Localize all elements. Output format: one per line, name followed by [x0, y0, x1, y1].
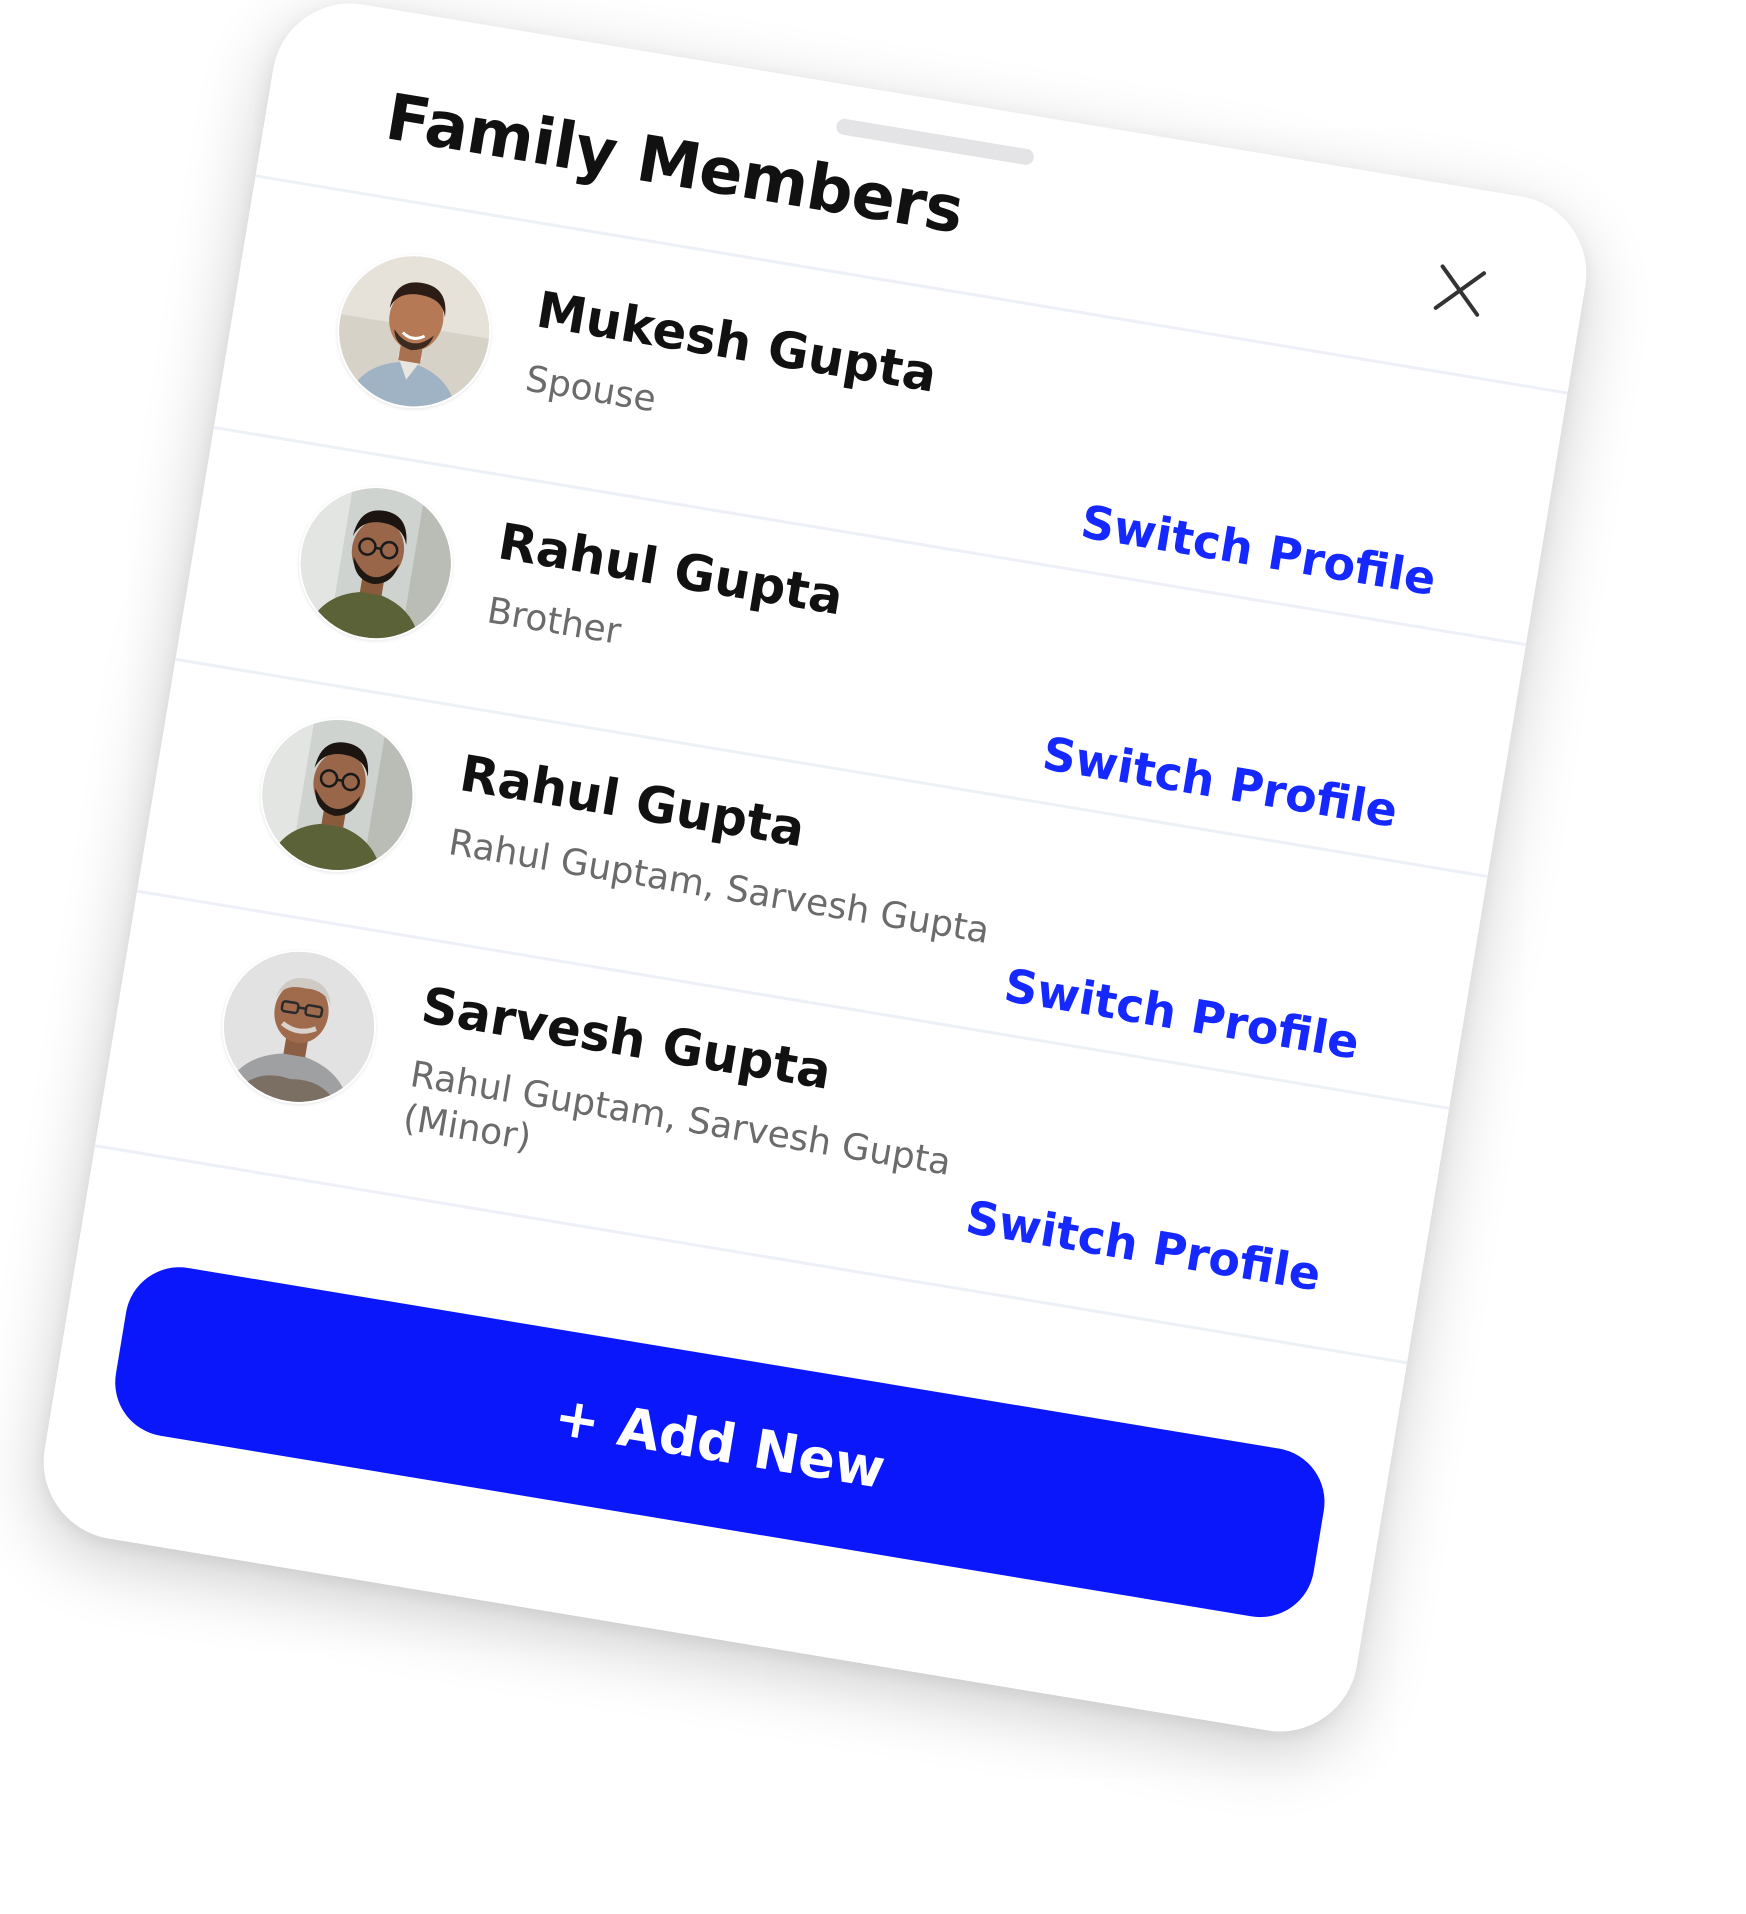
switch-profile-link[interactable]: Switch Profile	[962, 1190, 1324, 1302]
avatar	[287, 474, 465, 652]
avatar	[325, 242, 503, 420]
add-new-button[interactable]: + Add New	[107, 1259, 1333, 1626]
avatar	[210, 938, 388, 1116]
screen: Family Members Mukesh Gupta Spouse Switc…	[0, 0, 1746, 1914]
sheet-title: Family Members	[380, 80, 969, 249]
avatar	[248, 706, 426, 884]
close-button[interactable]	[1422, 253, 1498, 329]
close-icon	[1422, 253, 1498, 329]
family-members-sheet: Family Members Mukesh Gupta Spouse Switc…	[31, 0, 1599, 1744]
